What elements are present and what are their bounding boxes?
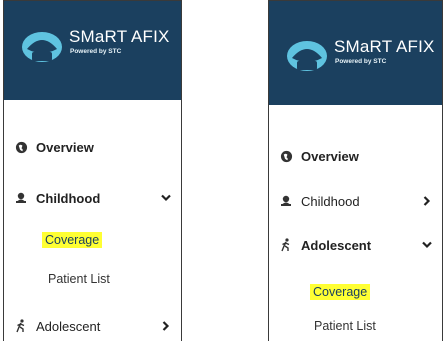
running-person-icon <box>279 238 293 252</box>
sidebar-item-overview[interactable]: Overview <box>4 137 181 157</box>
sidebar-item-label: Adolescent <box>301 237 372 253</box>
sidebar-item-label: Adolescent <box>36 318 101 334</box>
sidebar-item-childhood[interactable]: Childhood <box>269 191 442 211</box>
brand-subtitle: Powered by STC <box>70 48 122 55</box>
globe-icon <box>14 140 28 154</box>
sidebar-right: SMaRT AFIX Powered by STC Overview Child… <box>268 0 443 341</box>
sidebar-item-adolescent[interactable]: Adolescent <box>269 235 442 255</box>
sidebar-item-label: Overview <box>301 148 359 164</box>
brand-header: SMaRT AFIX Powered by STC <box>4 1 181 100</box>
sidebar-item-adolescent[interactable]: Adolescent <box>4 316 181 336</box>
submenu-item-patient-list[interactable]: Patient List <box>48 272 110 286</box>
brand-title: SMaRT AFIX <box>69 27 170 46</box>
sidebar-left: SMaRT AFIX Powered by STC Overview Child… <box>3 0 182 341</box>
submenu-item-coverage[interactable]: Coverage <box>310 284 371 300</box>
user-icon <box>279 194 293 208</box>
chevron-right-icon <box>161 321 171 331</box>
running-person-icon <box>14 319 28 333</box>
brand-subtitle: Powered by STC <box>335 58 387 65</box>
submenu-item-coverage[interactable]: Coverage <box>42 232 103 248</box>
sidebar-item-overview[interactable]: Overview <box>269 146 442 166</box>
brand-header: SMaRT AFIX Powered by STC <box>269 1 442 105</box>
submenu-item-patient-list[interactable]: Patient List <box>314 319 376 333</box>
user-icon <box>14 191 28 205</box>
chevron-right-icon <box>422 196 432 206</box>
sidebar-item-childhood[interactable]: Childhood <box>4 188 181 208</box>
logo-icon <box>22 32 62 62</box>
sidebar-item-label: Childhood <box>36 190 101 206</box>
globe-icon <box>279 149 293 163</box>
brand-title: SMaRT AFIX <box>334 37 435 56</box>
sidebar-item-label: Childhood <box>301 193 360 209</box>
chevron-down-icon <box>422 240 432 250</box>
logo-icon <box>287 41 327 71</box>
chevron-down-icon <box>161 193 171 203</box>
sidebar-item-label: Overview <box>36 139 94 155</box>
